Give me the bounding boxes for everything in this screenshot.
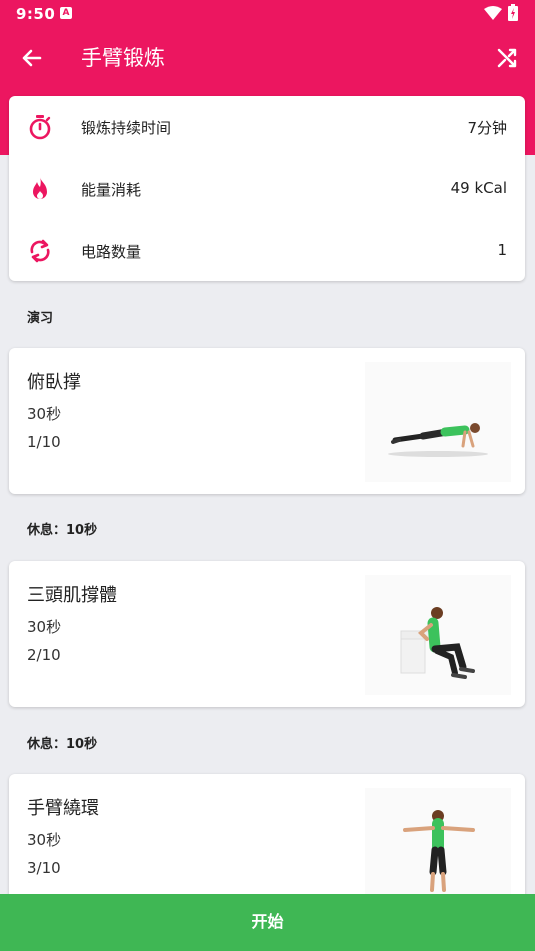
exercise-duration: 30秒 [27, 405, 62, 423]
duration-row: 锻炼持续时间 7分钟 [9, 96, 525, 158]
notification-icon: A [60, 7, 72, 19]
back-button[interactable] [14, 40, 50, 76]
circuits-value: 1 [497, 241, 507, 259]
exercise-index: 2/10 [27, 646, 61, 664]
exercise-name: 三頭肌撐體 [27, 585, 117, 606]
circuits-row: 电路数量 1 [9, 220, 525, 282]
calories-label: 能量消耗 [81, 181, 142, 199]
battery-icon [508, 4, 518, 21]
rest-indicator: 休息：10秒 [27, 733, 97, 752]
exercise-name: 手臂繞環 [27, 798, 99, 819]
stopwatch-icon [29, 115, 51, 140]
toolbar: 手臂锻炼 [0, 28, 535, 88]
workout-summary-card: 锻炼持续时间 7分钟 能量消耗 49 kCal 电路数量 1 [9, 96, 525, 281]
status-bar: 9:50 A [0, 0, 535, 28]
start-button[interactable]: 开始 [0, 894, 535, 951]
rest-value: 10秒 [66, 523, 98, 538]
page-title: 手臂锻炼 [81, 46, 165, 70]
rest-label: 休息： [27, 737, 67, 752]
arrow-left-icon [22, 49, 42, 67]
exercise-index: 1/10 [27, 433, 61, 451]
exercise-duration: 30秒 [27, 618, 62, 636]
exercise-index: 3/10 [27, 859, 61, 877]
flame-icon [33, 177, 47, 199]
status-time: 9:50 [16, 5, 56, 23]
rest-label: 休息： [27, 523, 67, 538]
triceps-dip-illustration [365, 575, 511, 695]
duration-value: 7分钟 [467, 119, 507, 137]
circuits-label: 电路数量 [81, 243, 142, 261]
rest-value: 10秒 [66, 737, 98, 752]
exercise-name: 俯臥撑 [27, 372, 81, 393]
exercises-section-label: 演习 [27, 311, 54, 326]
shuffle-icon [497, 48, 517, 68]
exercise-duration: 30秒 [27, 831, 62, 849]
arm-circles-illustration [365, 788, 511, 908]
repeat-icon [30, 239, 50, 263]
exercise-card[interactable]: 三頭肌撐體 30秒 2/10 [9, 561, 525, 707]
exercise-card[interactable]: 俯臥撑 30秒 1/10 [9, 348, 525, 494]
wifi-icon [484, 6, 502, 20]
duration-label: 锻炼持续时间 [81, 119, 172, 137]
pushup-illustration [365, 362, 511, 482]
rest-indicator: 休息：10秒 [27, 519, 97, 538]
calories-value: 49 kCal [450, 179, 507, 197]
shuffle-button[interactable] [489, 40, 525, 76]
calories-row: 能量消耗 49 kCal [9, 158, 525, 220]
